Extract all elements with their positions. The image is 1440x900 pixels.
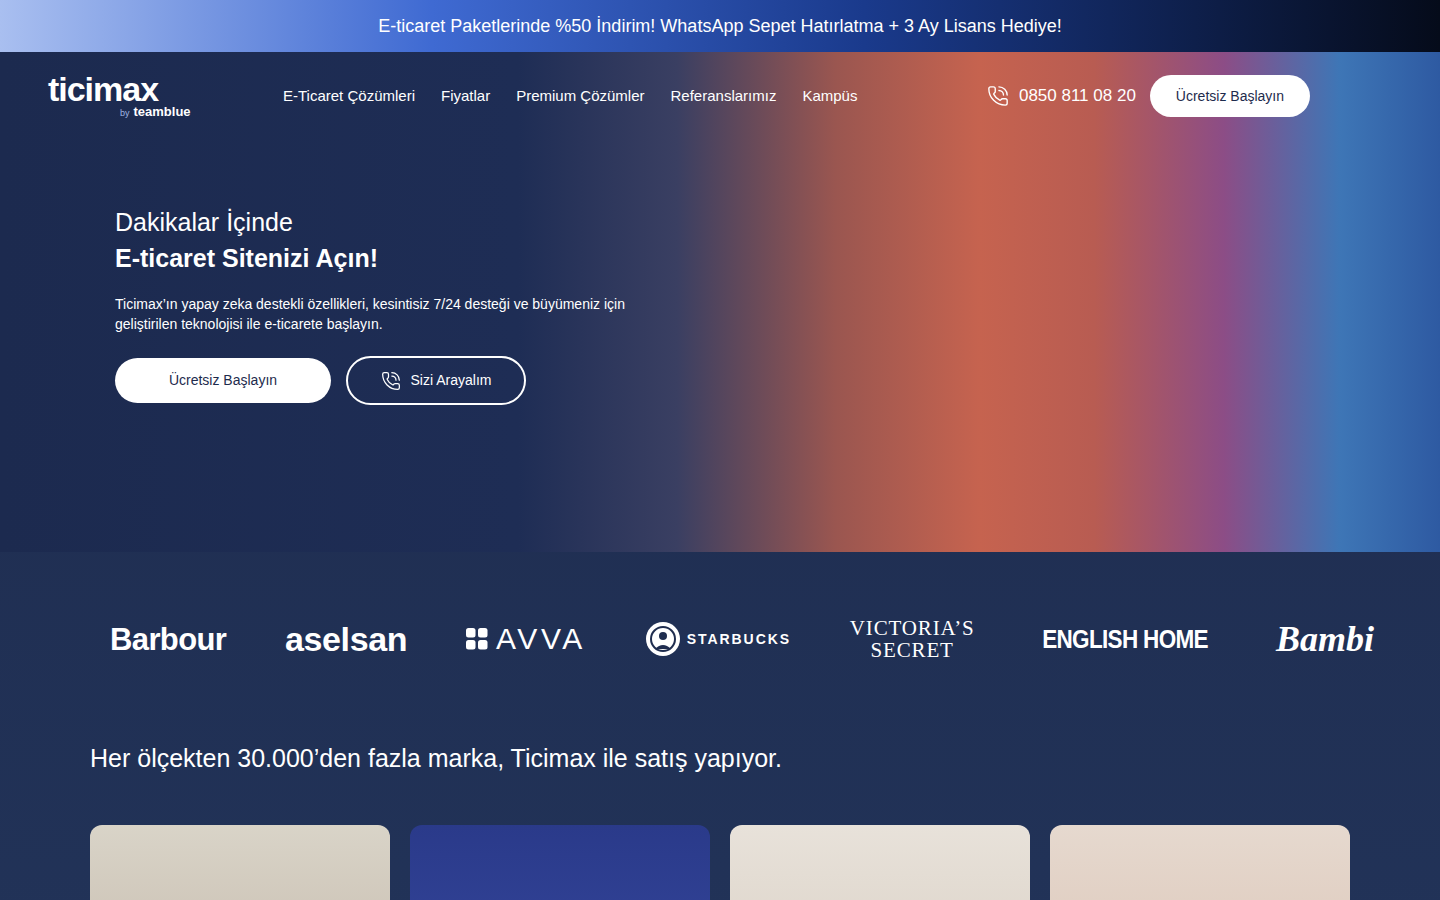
nav-item[interactable]: Kampüs <box>802 85 857 108</box>
page: E-ticaret Paketlerinde %50 İndirim! What… <box>0 0 1440 900</box>
hero-kicker: Dakikalar İçinde <box>115 206 293 238</box>
phone-icon <box>381 371 401 391</box>
hero-title: E-ticaret Sitenizi Açın! <box>115 242 378 274</box>
phone[interactable]: 0850 811 08 20 <box>987 83 1136 109</box>
hero: ticimaxbyteamblueE-Ticaret Çözümleri Fiya… <box>0 52 1440 552</box>
siren-icon <box>645 621 681 657</box>
logo[interactable]: ticimaxbyteamblue <box>48 73 283 120</box>
nav-item[interactable]: Fiyatlar <box>441 85 490 108</box>
brand-logo: Bambi <box>1276 621 1374 657</box>
header: ticimaxbyteamblueE-Ticaret Çözümleri Fiya… <box>0 52 1440 140</box>
phone-icon <box>987 85 1009 107</box>
hero-content: Dakikalar İçinde E-ticaret Sitenizi Açın!… <box>0 140 1440 405</box>
start-button[interactable]: Ücretsiz Başlayın <box>115 358 331 403</box>
brand-logo: STARBUCKS <box>645 621 792 657</box>
hero-buttons: Ücretsiz Başlayın Sizi Arayalım <box>115 356 526 405</box>
hero-description: Ticimax’ın yapay zeka destekli özellikle… <box>115 294 675 334</box>
tagline: Her ölçekten 30.000’den fazla marka, Tic… <box>0 682 1440 774</box>
brand-logo: VICTORIA’SSECRET <box>850 617 975 661</box>
testimonial-card[interactable] <box>1050 825 1350 900</box>
promo-banner[interactable]: E-ticaret Paketlerinde %50 İndirim! What… <box>0 0 1440 52</box>
testimonial-card[interactable] <box>410 825 710 900</box>
brand-logo: Barbour <box>110 624 226 655</box>
cta-button[interactable]: Ücretsiz Başlayın <box>1150 75 1310 117</box>
testimonial-card[interactable] <box>730 825 1030 900</box>
grid-icon <box>466 628 488 650</box>
call-me-button[interactable]: Sizi Arayalım <box>346 356 526 405</box>
main-nav: E-Ticaret Çözümleri Fiyatlar Premium Çözüm… <box>283 85 857 108</box>
testimonial-card[interactable] <box>90 825 390 900</box>
nav-item[interactable]: Premium Çözümler <box>516 85 644 108</box>
nav-item[interactable]: E-Ticaret Çözümleri <box>283 85 415 108</box>
brand-logo: ENGLISH HOME <box>1042 627 1208 652</box>
testimonial-cards <box>0 825 1440 900</box>
brand-logo: AVVA <box>466 624 586 654</box>
brand-strip: Barbour aselsan AVVA STARBUCKS VICTORIA’SSEC… <box>0 552 1440 682</box>
nav-item[interactable]: Referanslarımız <box>671 85 777 108</box>
brand-logo: aselsan <box>285 622 407 656</box>
